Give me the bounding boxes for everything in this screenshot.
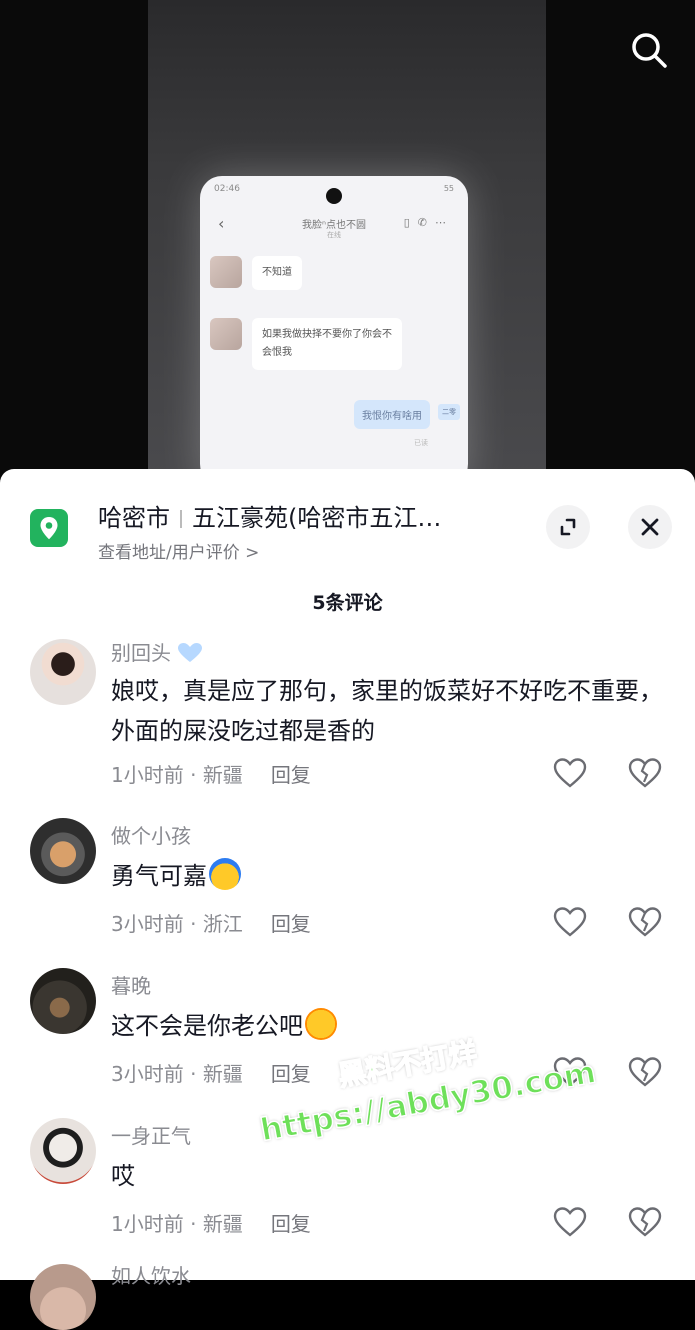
comment-region: 新疆 (202, 763, 243, 787)
heart-icon[interactable] (553, 1056, 587, 1088)
reply-button[interactable]: 回复 (271, 763, 311, 787)
phone-avatar (210, 318, 242, 350)
comment-time: 3小时前 (111, 1062, 184, 1086)
phone-status-time: 02:46 (214, 184, 240, 194)
comment-text: 这不会是你老公吧 (111, 1006, 671, 1046)
phone-message: 如果我做抉择不要你了你会不 会恨我 (252, 318, 402, 370)
close-button[interactable] (628, 505, 672, 549)
phone-chat-header: ‹ 我脸ⁿ点也不圆 在线 ▯✆⋯ (200, 212, 468, 242)
heart-icon[interactable] (553, 906, 587, 938)
phone-camera-notch (326, 188, 342, 204)
search-button[interactable] (629, 30, 669, 70)
broken-heart-icon[interactable] (628, 1206, 662, 1238)
comment-time: 3小时前 (111, 912, 184, 936)
comment-text: 哎 (111, 1162, 135, 1190)
heart-icon[interactable] (553, 757, 587, 789)
comment-count: 5条评论 (312, 592, 383, 614)
search-icon (632, 33, 667, 68)
phone-read-status: 已读 (414, 439, 428, 447)
phone-message-row: 不知道 (210, 256, 302, 290)
comment-sheet: 哈密市 五江豪苑(哈密市五江… 查看地址/用户评价 > 5条评论 别回头 娘哎，真… (0, 469, 695, 1330)
avatar[interactable] (30, 1118, 96, 1184)
heart-icon[interactable] (553, 1206, 587, 1238)
phone-battery: 55 (443, 184, 454, 193)
location-pin-glyph (40, 517, 58, 540)
phone-header-icons: ▯✆⋯ (403, 216, 454, 229)
phone-message: 不知道 (252, 256, 302, 290)
broken-heart-icon[interactable] (628, 1056, 662, 1088)
close-icon (641, 518, 659, 536)
emoji-icon (209, 858, 241, 890)
comment-meta: 3小时前 · 浙江 回复 (111, 912, 311, 936)
comment-meta: 1小时前 · 新疆 回复 (111, 1212, 311, 1236)
reply-button[interactable]: 回复 (271, 912, 311, 936)
comment-text-content: 勇气可嘉 (111, 862, 207, 890)
comment-author[interactable]: 暮晚 (111, 970, 151, 999)
comment-text: 娘哎，真是应了那句，家里的饭菜好不好吃不重要，外面的屎没吃过都是香的 (111, 677, 663, 745)
comment-meta: 3小时前 · 新疆 回复 (111, 1062, 311, 1086)
broken-heart-icon[interactable] (628, 757, 662, 789)
comment-author[interactable]: 别回头 (111, 637, 203, 666)
comment-author-name: 别回头 (111, 641, 171, 665)
collapse-icon (560, 518, 576, 536)
location-detail-link[interactable]: 查看地址/用户评价 > (98, 538, 259, 563)
avatar[interactable] (30, 968, 96, 1034)
avatar[interactable] (30, 639, 96, 705)
phone-my-message: 我恨你有啥用 (354, 400, 430, 429)
verified-heart-badge-icon (178, 643, 203, 662)
location-place: 五江豪苑(哈密市五江… (192, 504, 442, 532)
location-title[interactable]: 哈密市 五江豪苑(哈密市五江… (98, 498, 441, 533)
video-area[interactable]: 02:46 55 ‹ 我脸ⁿ点也不圆 在线 ▯✆⋯ 不知道 如果我做抉择不要你了… (0, 0, 695, 480)
comment-text-content: 这不会是你老公吧 (111, 1012, 303, 1040)
avatar[interactable] (30, 818, 96, 884)
comment-author[interactable]: 如人饮水 (111, 1260, 191, 1289)
phone-message-row: 如果我做抉择不要你了你会不 会恨我 (210, 318, 402, 370)
avatar[interactable] (30, 1264, 96, 1330)
comment-region: 新疆 (202, 1212, 243, 1236)
location-pin-icon[interactable] (30, 509, 68, 547)
collapse-button[interactable] (546, 505, 590, 549)
reply-button[interactable]: 回复 (271, 1062, 311, 1086)
comment-author[interactable]: 一身正气 (111, 1120, 191, 1149)
comment-author[interactable]: 做个小孩 (111, 820, 191, 849)
phone-chat-subtitle: 在线 (327, 231, 341, 239)
comment-time: 1小时前 (111, 763, 184, 787)
comment-text: 勇气可嘉 (111, 856, 671, 896)
broken-heart-icon[interactable] (628, 906, 662, 938)
comment-time: 1小时前 (111, 1212, 184, 1236)
reply-button[interactable]: 回复 (271, 1212, 311, 1236)
phone-message-tag: 二零 (438, 404, 460, 420)
phone-avatar (210, 256, 242, 288)
comment-region: 新疆 (202, 1062, 243, 1086)
phone-screenshot: 02:46 55 ‹ 我脸ⁿ点也不圆 在线 ▯✆⋯ 不知道 如果我做抉择不要你了… (200, 176, 468, 480)
location-divider (180, 510, 182, 528)
emoji-icon (305, 1008, 337, 1040)
comment-region: 浙江 (202, 912, 243, 936)
comment-meta: 1小时前 · 新疆 回复 (111, 763, 311, 787)
location-city: 哈密市 (98, 504, 170, 532)
phone-message-line: 会恨我 (262, 347, 292, 358)
phone-message-line: 如果我做抉择不要你了你会不 (262, 329, 392, 340)
